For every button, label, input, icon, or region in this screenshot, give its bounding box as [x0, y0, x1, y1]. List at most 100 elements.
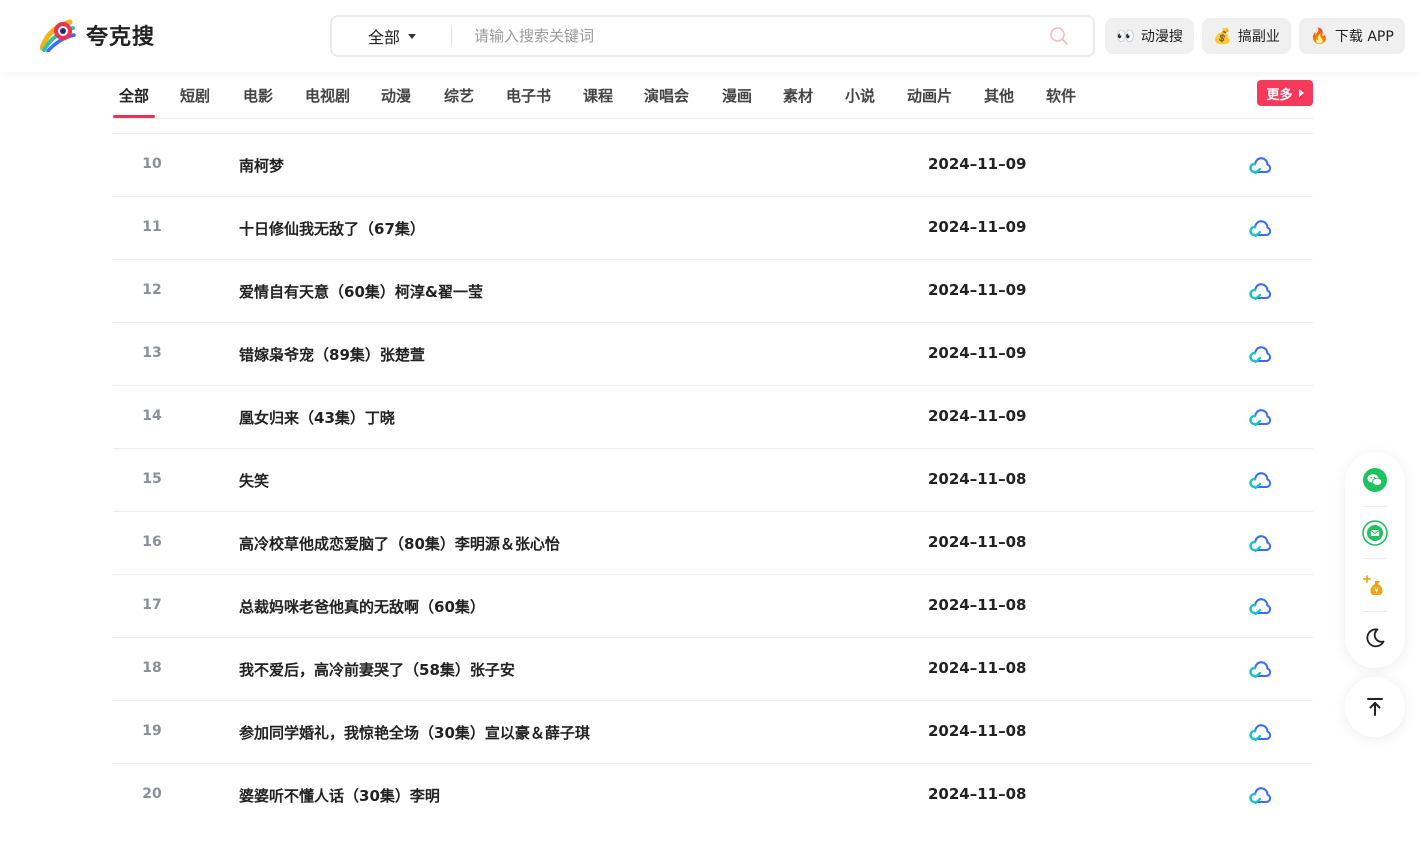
tab-other[interactable]: 其他 — [984, 85, 1014, 106]
cloud-drive-icon[interactable] — [1248, 658, 1272, 680]
logo-text: 夸克搜 — [86, 25, 156, 50]
table-row[interactable]: 14 凰女归来（43集）丁晓 2024–11–09 — [113, 385, 1313, 448]
tab-comics[interactable]: 漫画 — [722, 85, 752, 106]
svg-text:¥: ¥ — [1374, 587, 1379, 595]
tab-variety[interactable]: 综艺 — [444, 85, 474, 106]
search-bar: 全部 — [330, 15, 1095, 57]
row-title-link[interactable]: 总裁妈咪老爸他真的无敌啊（60集） — [239, 596, 485, 617]
table-row[interactable]: 19 参加同学婚礼，我惊艳全场（30集）宣以豪＆薛子琪 2024–11–08 — [113, 700, 1313, 763]
table-row[interactable]: 10 南柯梦 2024–11–09 — [113, 133, 1313, 196]
anime-search-label: 动漫搜 — [1140, 29, 1183, 45]
search-scope-dropdown[interactable]: 全部 — [332, 17, 452, 55]
table-row[interactable]: 13 错嫁枭爷宠（89集）张楚萱 2024–11–09 — [113, 322, 1313, 385]
cloud-drive-icon[interactable] — [1248, 595, 1272, 617]
row-title-link[interactable]: 爱情自有天意（60集）柯淳&翟一莹 — [239, 281, 483, 302]
more-button[interactable]: 更多 — [1257, 80, 1313, 106]
table-row[interactable]: 20 婆婆听不懂人话（30集）李明 2024–11–08 — [113, 763, 1313, 826]
row-title-link[interactable]: 参加同学婚礼，我惊艳全场（30集）宣以豪＆薛子琪 — [239, 722, 590, 743]
wechat-button[interactable] — [1345, 454, 1405, 506]
row-title-link[interactable]: 南柯梦 — [239, 155, 284, 176]
search-icon[interactable] — [1049, 26, 1069, 46]
row-date: 2024–11–08 — [928, 470, 1027, 488]
coin-bag-icon: ¥ — [1363, 575, 1383, 595]
row-title-link[interactable]: 十日修仙我无敌了（67集） — [239, 218, 425, 239]
row-date: 2024–11–09 — [928, 218, 1027, 236]
row-date: 2024–11–08 — [928, 722, 1027, 740]
search-scope-label: 全部 — [367, 28, 400, 47]
tab-ebooks[interactable]: 电子书 — [506, 85, 551, 106]
row-title-link[interactable]: 错嫁枭爷宠（89集）张楚萱 — [239, 344, 425, 365]
donate-button[interactable]: ¥ — [1345, 560, 1405, 612]
tab-all[interactable]: 全部 — [119, 85, 149, 106]
results-table: 10 南柯梦 2024–11–09 11 十日修仙我无敌了（67集） 2024–11–09… — [113, 133, 1313, 826]
tab-concerts[interactable]: 演唱会 — [644, 85, 689, 106]
logo-icon — [40, 19, 76, 52]
tab-tv-series[interactable]: 电视剧 — [305, 85, 350, 106]
row-title-link[interactable]: 凰女归来（43集）丁晓 — [239, 407, 395, 428]
row-number: 14 — [142, 408, 162, 424]
more-label: 更多 — [1266, 87, 1293, 103]
row-date: 2024–11–09 — [928, 281, 1027, 299]
tab-short-drama[interactable]: 短剧 — [180, 85, 210, 106]
dark-mode-toggle[interactable] — [1345, 612, 1405, 664]
row-number: 18 — [142, 660, 162, 676]
search-divider — [451, 26, 452, 46]
logo[interactable]: 夸克搜 — [40, 18, 155, 52]
row-number: 20 — [142, 786, 162, 802]
row-number: 11 — [142, 219, 162, 235]
search-input[interactable] — [474, 22, 1034, 50]
anime-search-button[interactable]: 👀 动漫搜 — [1105, 18, 1194, 54]
cloud-drive-icon[interactable] — [1248, 154, 1272, 176]
tab-cartoons[interactable]: 动画片 — [907, 85, 952, 106]
tab-anime[interactable]: 动漫 — [381, 85, 411, 106]
row-date: 2024–11–08 — [928, 785, 1027, 803]
wechat-icon — [1363, 468, 1387, 492]
tab-software[interactable]: 软件 — [1046, 85, 1076, 106]
row-number: 13 — [142, 345, 162, 361]
row-title-link[interactable]: 我不爱后，高冷前妻哭了（58集）张子安 — [239, 659, 515, 680]
cloud-drive-icon[interactable] — [1248, 217, 1272, 239]
row-title-link[interactable]: 婆婆听不懂人话（30集）李明 — [239, 785, 440, 806]
cloud-drive-icon[interactable] — [1248, 469, 1272, 491]
row-date: 2024–11–09 — [928, 407, 1027, 425]
row-number: 19 — [142, 723, 162, 739]
cloud-drive-icon[interactable] — [1248, 343, 1272, 365]
row-date: 2024–11–09 — [928, 155, 1027, 173]
cloud-drive-icon[interactable] — [1248, 406, 1272, 428]
table-row[interactable]: 12 爱情自有天意（60集）柯淳&翟一莹 2024–11–09 — [113, 259, 1313, 322]
table-row[interactable]: 15 失笑 2024–11–08 — [113, 448, 1313, 511]
cloud-drive-icon[interactable] — [1248, 280, 1272, 302]
row-number: 17 — [142, 597, 162, 613]
row-number: 10 — [142, 156, 162, 172]
table-row[interactable]: 17 总裁妈咪老爸他真的无敌啊（60集） 2024–11–08 — [113, 574, 1313, 637]
row-title-link[interactable]: 失笑 — [239, 470, 269, 491]
active-tab-indicator — [113, 115, 155, 118]
tab-novels[interactable]: 小说 — [845, 85, 875, 106]
row-date: 2024–11–09 — [928, 344, 1027, 362]
fire-icon: 🔥 — [1310, 27, 1329, 45]
row-date: 2024–11–08 — [928, 659, 1027, 677]
cloud-drive-icon[interactable] — [1248, 784, 1272, 806]
side-hustle-label: 搞副业 — [1237, 29, 1280, 45]
row-number: 16 — [142, 534, 162, 550]
chevron-right-icon — [1298, 89, 1304, 97]
tab-materials[interactable]: 素材 — [783, 85, 813, 106]
download-app-label: 下载 APP — [1334, 29, 1394, 45]
row-title-link[interactable]: 高冷校草他成恋爱脑了（80集）李明源＆张心怡 — [239, 533, 560, 554]
email-button[interactable] — [1345, 507, 1405, 559]
email-icon — [1362, 520, 1388, 546]
download-app-button[interactable]: 🔥 下载 APP — [1299, 18, 1405, 54]
row-number: 12 — [142, 282, 162, 298]
table-row[interactable]: 16 高冷校草他成恋爱脑了（80集）李明源＆张心怡 2024–11–08 — [113, 511, 1313, 574]
cloud-drive-icon[interactable] — [1248, 532, 1272, 554]
tab-courses[interactable]: 课程 — [583, 85, 613, 106]
table-row[interactable]: 11 十日修仙我无敌了（67集） 2024–11–09 — [113, 196, 1313, 259]
back-to-top-button[interactable] — [1345, 677, 1405, 737]
money-bag-icon: 💰 — [1213, 27, 1232, 45]
row-date: 2024–11–08 — [928, 596, 1027, 614]
cloud-drive-icon[interactable] — [1248, 721, 1272, 743]
table-row[interactable]: 18 我不爱后，高冷前妻哭了（58集）张子安 2024–11–08 — [113, 637, 1313, 700]
chevron-down-icon — [408, 33, 416, 39]
tab-movies[interactable]: 电影 — [243, 85, 273, 106]
side-hustle-button[interactable]: 💰 搞副业 — [1202, 18, 1291, 54]
